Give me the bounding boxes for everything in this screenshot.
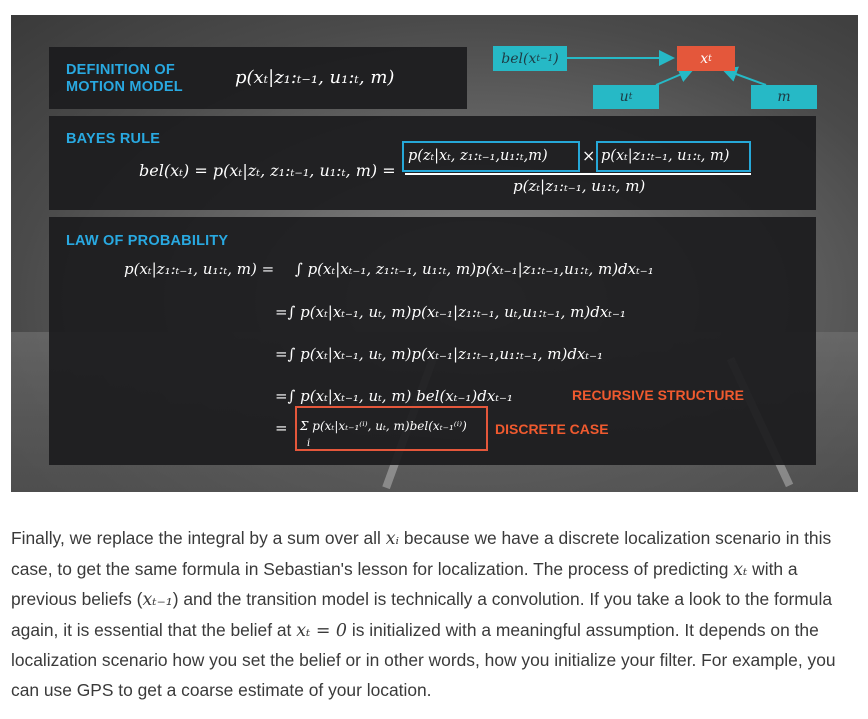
law-line5: Σ p(xₜ|xₜ₋₁⁽ⁱ⁾, uₜ, m)bel(xₜ₋₁⁽ⁱ⁾) — [300, 419, 467, 433]
bayes-denominator: p(zₜ|z₁:ₜ₋₁, u₁:ₜ, m) — [513, 177, 646, 195]
node-ut: ut — [593, 85, 659, 109]
law-line1-rhs: ∫ p(xₜ|xₜ₋₁, z₁:ₜ₋₁, u₁:ₜ, m)p(xₜ₋₁|z₁:ₜ… — [295, 260, 654, 278]
motion-model-formula: p(xₜ|z₁:ₜ₋₁, u₁:ₜ, m) — [235, 67, 395, 88]
explanation-paragraph: Finally, we replace the integral by a su… — [11, 524, 856, 705]
math-xi: xᵢ — [385, 529, 400, 549]
lecture-slide: bel(x t−1) xt ut m DEFINITION OF MOTION M… — [11, 15, 858, 492]
law-line5-eq: = — [275, 419, 288, 437]
bayes-times: × — [582, 146, 596, 165]
node-ut-sub: t — [628, 92, 633, 102]
sum-index: i — [307, 438, 311, 449]
math-xt-equals-0: xₜ = 0 — [296, 620, 347, 641]
node-xt-label: x — [700, 50, 709, 67]
law-line4: =∫ p(xₜ|xₜ₋₁, uₜ, m) bel(xₜ₋₁)dxₜ₋₁ — [275, 387, 513, 405]
node-m-label: m — [777, 89, 791, 105]
node-bel-prev-close: ) — [553, 50, 559, 67]
recursive-structure-label: RECURSIVE STRUCTURE — [572, 387, 744, 403]
bayes-rule-heading: BAYES RULE — [66, 131, 161, 147]
motion-model-heading-line2: MOTION MODEL — [66, 79, 183, 95]
bayes-rule-lhs: bel(xₜ) = p(xₜ|zₜ, z₁:ₜ₋₁, u₁:ₜ, m) = — [139, 161, 396, 180]
paragraph-text-1: Finally, we replace the integral by a su… — [11, 528, 386, 548]
bayes-numerator-right: p(xₜ|z₁:ₜ₋₁, u₁:ₜ, m) — [601, 148, 730, 164]
math-xt-minus-1: xₜ₋₁ — [142, 590, 173, 610]
node-xt: xt — [677, 46, 735, 71]
law-line3: =∫ p(xₜ|xₜ₋₁, uₜ, m)p(xₜ₋₁|z₁:ₜ₋₁,u₁:ₜ₋₁… — [275, 345, 604, 363]
discrete-case-label: DISCRETE CASE — [495, 421, 609, 437]
law-line2: =∫ p(xₜ|xₜ₋₁, uₜ, m)p(xₜ₋₁|z₁:ₜ₋₁, uₜ,u₁… — [275, 303, 626, 321]
node-m: m — [751, 85, 817, 109]
law-of-probability-heading: LAW OF PROBABILITY — [66, 233, 229, 249]
node-bel-prev: bel(x t−1) — [493, 46, 567, 71]
math-xt: xₜ — [733, 559, 748, 580]
bayes-numerator-left: p(zₜ|xₜ, z₁:ₜ₋₁,u₁:ₜ,m) — [408, 148, 548, 164]
motion-model-heading-line1: DEFINITION OF — [66, 62, 175, 78]
node-xt-sub: t — [708, 53, 712, 64]
fraction-bar — [405, 173, 751, 175]
node-ut-label: u — [619, 89, 629, 105]
node-bel-prev-sub: t−1 — [536, 53, 554, 64]
law-line1-lhs: p(xₜ|z₁:ₜ₋₁, u₁:ₜ, m) = — [124, 260, 275, 278]
node-bel-prev-label: bel(x — [501, 50, 537, 67]
motion-model-heading: DEFINITION OF MOTION MODEL — [66, 62, 183, 96]
